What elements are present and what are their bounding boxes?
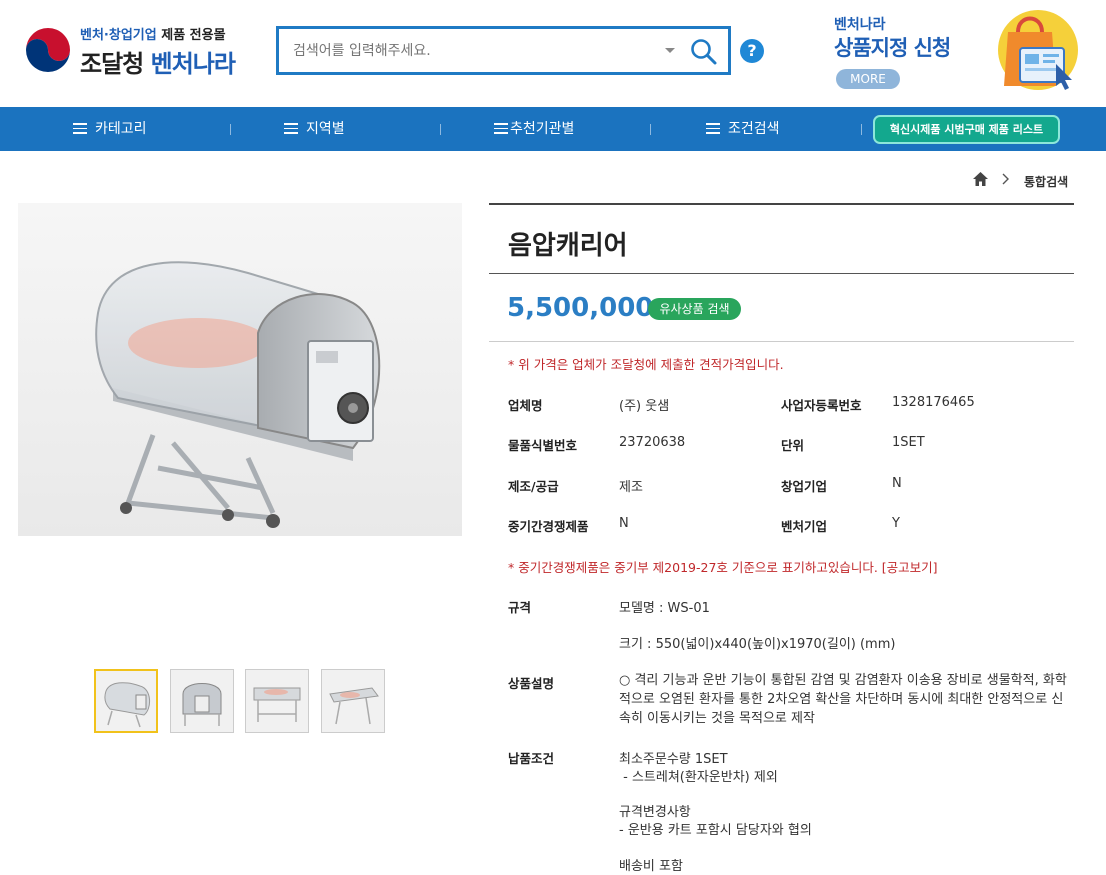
detail-value: N [892, 476, 902, 491]
delivery-line: 최소주문수량 1SET [619, 752, 728, 767]
breadcrumb-current[interactable]: 통합검색 [1024, 173, 1068, 190]
delivery-line: - 스트레쳐(환자운반차) 제외 [619, 770, 778, 785]
divider [489, 273, 1074, 274]
delivery-line: - 운반용 카트 포함시 담당자와 협의 [619, 823, 812, 838]
menu-icon [284, 123, 298, 134]
detail-label: 단위 [781, 438, 805, 453]
detail-value: 1SET [892, 435, 925, 450]
detail-value: 23720638 [619, 435, 686, 450]
divider [489, 341, 1074, 342]
product-thumbnail-image [96, 671, 156, 731]
nav-item-condition-search[interactable]: 조건검색 [706, 107, 780, 151]
detail-value: 1328176465 [892, 395, 975, 410]
detail-label: 벤처기업 [781, 519, 828, 534]
price-notice: * 위 가격은 업체가 조달청에 제출한 견적가격입니다. [508, 357, 784, 372]
product-main-image [18, 203, 462, 536]
detail-value: (주) 웃샘 [619, 399, 670, 414]
shopping-bag-icon [998, 10, 1078, 90]
thumbnail-2[interactable] [170, 669, 234, 733]
description-label: 상품설명 [508, 676, 555, 691]
product-title: 음압캐리어 [508, 231, 628, 261]
search-input[interactable] [279, 29, 649, 72]
nav-divider [230, 124, 231, 135]
delivery-label: 납품조건 [508, 751, 555, 766]
nav-divider [650, 124, 651, 135]
detail-label: 사업자등록번호 [781, 398, 862, 413]
product-thumbnails [94, 669, 390, 735]
product-thumbnail-image [246, 670, 308, 732]
nav-divider [861, 124, 862, 135]
government-emblem-icon [25, 27, 71, 73]
detail-value: 제조 [619, 480, 643, 495]
delivery-line: 규격변경사항 [619, 805, 691, 820]
thumbnail-3[interactable] [245, 669, 309, 733]
promo-title: 상품지정 신청 [834, 36, 951, 60]
detail-label: 물품식별번호 [508, 438, 578, 453]
search-icon[interactable] [689, 37, 719, 67]
competition-notice[interactable]: * 중기간경쟁제품은 중기부 제2019-27호 기준으로 표기하고있습니다. … [508, 557, 938, 576]
home-icon[interactable] [972, 171, 989, 187]
help-button[interactable]: ? [740, 39, 764, 63]
spec-model: 모델명 : WS-01 [619, 601, 710, 616]
detail-label: 창업기업 [781, 479, 828, 494]
product-thumbnail-image [322, 670, 384, 732]
detail-value: Y [892, 516, 900, 531]
description-text: ○ 격리 기능과 운반 기능이 통합된 감염 및 감염환자 이송용 장비로 생물… [619, 673, 1067, 726]
nav-divider [440, 124, 441, 135]
menu-icon [706, 123, 720, 134]
menu-icon [494, 123, 508, 134]
spec-size: 크기 : 550(넓이)x440(높이)x1970(길이) (mm) [619, 637, 896, 652]
chevron-right-icon [1002, 173, 1009, 185]
thumbnail-4[interactable] [321, 669, 385, 733]
thumbnail-1[interactable] [94, 669, 158, 733]
delivery-line: 배송비 포함 [619, 859, 683, 874]
negative-pressure-carrier-image [18, 203, 462, 536]
detail-label: 업체명 [508, 398, 543, 413]
innovation-products-button[interactable]: 혁신시제품 시범구매 제품 리스트 [873, 115, 1060, 144]
product-price: 5,500,000원 [507, 293, 664, 323]
logo-subtitle: 벤처·창업기업 제품 전용몰 [80, 28, 226, 43]
nav-item-recommended[interactable]: 추천기관별 [494, 107, 574, 151]
site-logo[interactable]: 벤처·창업기업 제품 전용몰 조달청 벤처나라 [24, 22, 264, 78]
chevron-down-icon[interactable] [663, 43, 677, 57]
divider [489, 203, 1074, 205]
product-thumbnail-image [171, 670, 233, 732]
header: 벤처·창업기업 제품 전용몰 조달청 벤처나라 ? 벤처나라 상품지정 신청 M… [0, 0, 1106, 107]
spec-label: 규격 [508, 600, 532, 615]
main-nav: 카테고리 지역별 추천기관별 조건검색 혁신시제품 시범구매 제품 리스트 [0, 107, 1106, 151]
detail-label: 제조/공급 [508, 479, 559, 494]
promo-banner[interactable]: 벤처나라 상품지정 신청 MORE [834, 10, 1084, 96]
promo-more-button[interactable]: MORE [836, 69, 900, 89]
detail-value: N [619, 516, 629, 531]
logo-title: 조달청 벤처나라 [80, 50, 236, 78]
similar-products-button[interactable]: 유사상품 검색 [648, 298, 741, 320]
nav-item-category[interactable]: 카테고리 [73, 107, 147, 151]
promo-small-text: 벤처나라 [834, 17, 886, 33]
detail-label: 중기간경쟁제품 [508, 519, 589, 534]
menu-icon [73, 123, 87, 134]
nav-item-region[interactable]: 지역별 [284, 107, 345, 151]
search-box [276, 26, 731, 75]
